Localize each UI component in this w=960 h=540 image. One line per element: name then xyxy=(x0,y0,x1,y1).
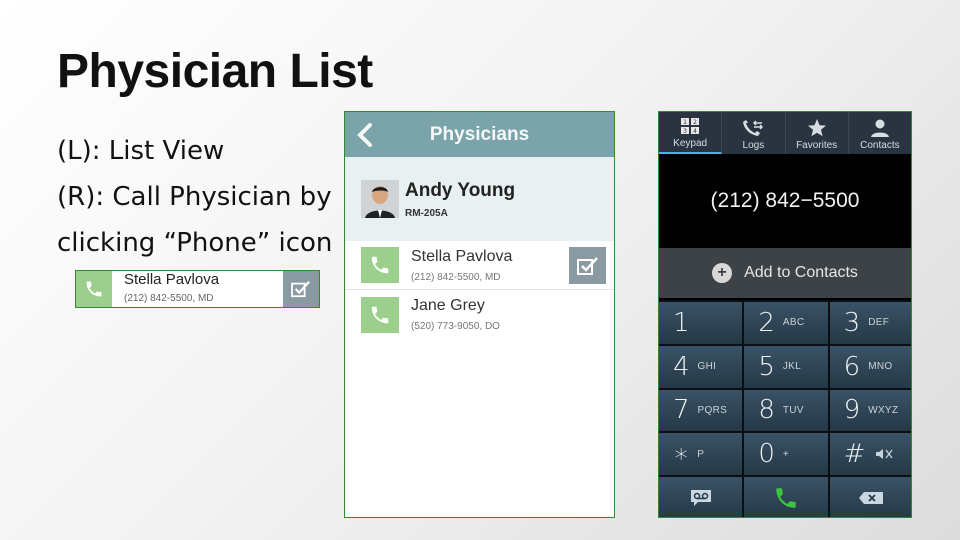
tab-keypad[interactable]: 1234 Keypad xyxy=(659,112,723,154)
key-digit: 5 xyxy=(758,351,775,382)
key-9[interactable]: 9 WXYZ xyxy=(829,389,911,432)
key-digit: 8 xyxy=(758,395,775,426)
key-8[interactable]: 8 TUV xyxy=(744,389,828,432)
key-3[interactable]: 3 DEF xyxy=(829,302,911,344)
svg-text:4: 4 xyxy=(693,128,697,135)
key-digit: 2 xyxy=(758,307,775,338)
key-digit: 4 xyxy=(673,351,690,382)
screen-title: Physicians xyxy=(429,123,530,145)
physician-name: Stella Pavlova xyxy=(411,247,513,265)
physician-list-screen: Physicians Andy Young RM-205A Stella Pav… xyxy=(344,111,615,518)
dialer-screen: 1234 Keypad Logs Favorites Contacts (212… xyxy=(658,111,912,518)
key-letters: TUV xyxy=(782,404,804,416)
dialed-number: (212) 842−5500 xyxy=(659,154,911,248)
slide-title: Physician List xyxy=(57,45,373,98)
add-to-contacts-label: Add to Contacts xyxy=(744,264,858,281)
person-icon xyxy=(870,119,889,137)
add-to-contacts-button[interactable]: + Add to Contacts xyxy=(659,248,911,298)
voicemail-button[interactable] xyxy=(659,477,743,517)
physician-name: Stella Pavlova xyxy=(124,271,220,288)
key-4[interactable]: 4 GHI xyxy=(659,345,743,388)
bullet-list: (L): List View (R): Call Physician by cl… xyxy=(57,128,332,266)
key-5[interactable]: 5 JKL xyxy=(744,345,828,388)
phone-icon xyxy=(86,281,102,297)
selected-physician[interactable]: Andy Young RM-205A xyxy=(345,157,614,241)
keypad-icon: 1 23 4 xyxy=(681,118,700,135)
dial-pad: 1 2 ABC 3 DEF 4 GHI 5 JKL 6 MNO 7 PQRS 8 TUV 9W… xyxy=(659,300,911,517)
checkbox-icon xyxy=(576,256,598,275)
tab-favorites[interactable]: Favorites xyxy=(786,112,849,154)
key-digit: ∗ xyxy=(673,439,690,470)
physician-detail: (212) 842-5500, MD xyxy=(124,293,214,304)
key-digit: 3 xyxy=(843,307,861,338)
svg-text:2: 2 xyxy=(693,119,697,126)
avatar xyxy=(361,180,399,218)
key-star[interactable]: ∗ P xyxy=(659,433,743,476)
backspace-icon xyxy=(859,492,884,505)
tab-contacts[interactable]: Contacts xyxy=(849,112,911,154)
key-letters: WXYZ xyxy=(868,404,899,416)
star-icon xyxy=(807,119,826,137)
key-digit: 0 xyxy=(758,439,775,470)
key-letters: JKL xyxy=(782,361,802,373)
physician-detail: (212) 842-5500, MD xyxy=(411,271,501,283)
key-letters: + xyxy=(782,448,790,460)
key-2[interactable]: 2 ABC xyxy=(744,302,828,344)
key-letters: MNO xyxy=(868,361,893,373)
key-0[interactable]: 0 + xyxy=(744,433,828,476)
phone-icon xyxy=(776,488,796,508)
screen-header: Physicians xyxy=(345,112,614,157)
checkbox-icon xyxy=(291,281,310,298)
call-button[interactable] xyxy=(744,477,828,517)
selected-physician-name: Andy Young xyxy=(405,179,516,201)
tab-keypad-label: Keypad xyxy=(673,138,708,149)
example-list-row: Stella Pavlova (212) 842-5500, MD xyxy=(75,270,320,308)
key-letters: DEF xyxy=(868,317,890,329)
bullet-list-view: (L): List View xyxy=(57,136,225,166)
key-digit: 1 xyxy=(673,307,690,338)
phone-button[interactable] xyxy=(361,247,399,283)
phone-button[interactable] xyxy=(361,296,399,333)
key-digit: # xyxy=(843,439,866,470)
plus-circle-icon: + xyxy=(712,263,733,283)
key-letters: ABC xyxy=(782,317,805,329)
tab-logs[interactable]: Logs xyxy=(722,112,786,154)
tab-favorites-label: Favorites xyxy=(796,140,838,151)
tab-logs-label: Logs xyxy=(742,140,765,151)
call-log-icon xyxy=(743,120,764,136)
phone-icon xyxy=(371,306,389,323)
list-item[interactable]: Jane Grey (520) 773-9050, DO xyxy=(345,290,614,339)
key-letters: P xyxy=(697,448,705,460)
key-digit: 6 xyxy=(843,351,861,382)
check-button[interactable] xyxy=(283,271,319,307)
key-hash[interactable]: # xyxy=(829,433,911,476)
bullet-phone-icon: clicking “Phone” icon xyxy=(57,228,333,258)
backspace-button[interactable] xyxy=(829,477,911,517)
phone-icon xyxy=(371,256,389,274)
svg-text:1: 1 xyxy=(683,119,687,126)
key-digit: 7 xyxy=(673,395,690,426)
key-1[interactable]: 1 xyxy=(659,302,743,344)
key-7[interactable]: 7 PQRS xyxy=(659,389,743,432)
voicemail-icon xyxy=(690,490,711,507)
check-button[interactable] xyxy=(569,247,606,284)
tab-contacts-label: Contacts xyxy=(860,140,900,151)
back-chevron-icon[interactable] xyxy=(355,122,375,148)
key-letters: GHI xyxy=(697,361,717,373)
mute-icon xyxy=(876,449,893,460)
svg-text:3: 3 xyxy=(683,128,687,135)
bullet-call-physician: (R): Call Physician by xyxy=(57,182,332,212)
key-6[interactable]: 6 MNO xyxy=(829,345,911,388)
dialer-tabs: 1234 Keypad Logs Favorites Contacts xyxy=(659,112,911,154)
selected-physician-room: RM-205A xyxy=(405,207,448,219)
key-digit: 9 xyxy=(843,395,861,426)
key-letters: PQRS xyxy=(697,404,728,416)
list-item[interactable]: Stella Pavlova (212) 842-5500, MD xyxy=(345,241,614,290)
phone-button[interactable] xyxy=(76,271,112,307)
physician-detail: (520) 773-9050, DO xyxy=(411,321,500,332)
physician-name: Jane Grey xyxy=(411,297,485,314)
